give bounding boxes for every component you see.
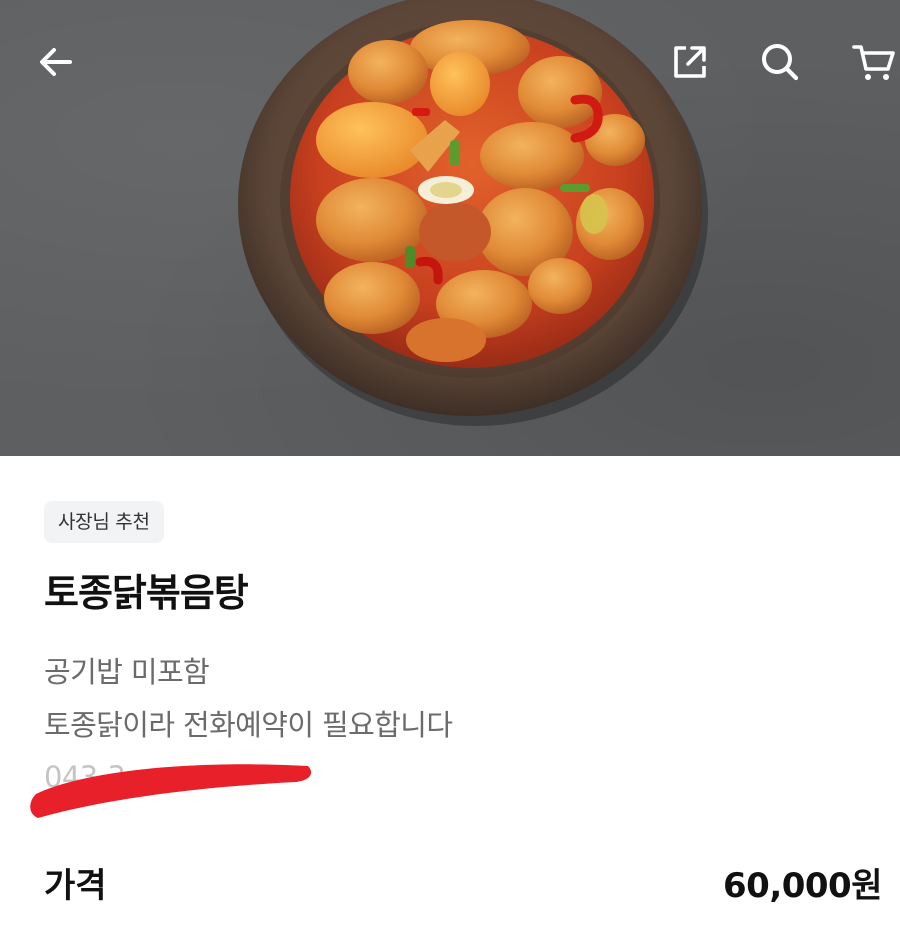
product-photo [0,0,900,456]
back-button[interactable] [28,34,84,90]
description-line: 공기밥 미포함 [44,655,210,689]
cart-icon [852,45,895,80]
price-label: 가격 [44,866,107,906]
search-icon [762,44,799,81]
product-title: 토종닭볶음탕 [44,571,249,615]
description-line: 토종닭이라 전화예약이 필요합니다 [44,708,453,742]
price-value: 60,000원 [723,866,882,906]
share-external-icon [674,46,706,78]
search-button[interactable] [752,34,808,90]
cart-button[interactable] [846,34,900,90]
share-button[interactable] [662,34,718,90]
arrow-left-icon [40,48,72,76]
redaction-mark [30,764,312,818]
recommend-badge: 사장님 추천 [44,501,164,543]
